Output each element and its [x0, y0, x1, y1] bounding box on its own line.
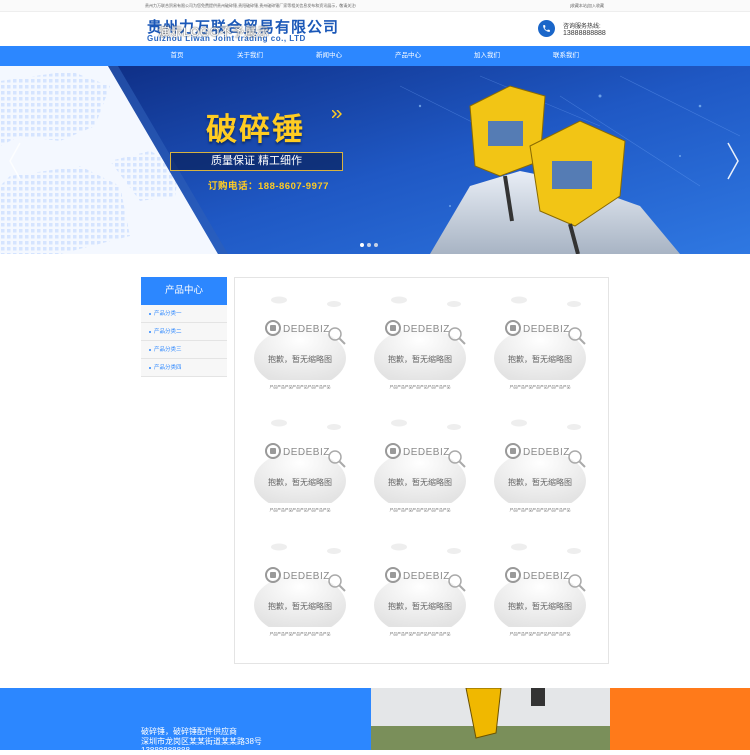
placeholder-text: 抱歉，暂无缩略图 [388, 354, 452, 364]
placeholder-text: 抱歉，暂无缩略图 [508, 354, 572, 364]
top-info-bar: 贵州力万联合贸易有限公司为您免费提供贵州破碎锤,贵阳破碎锤,贵州破碎锤厂家等相关… [0, 0, 750, 12]
product-caption[interactable]: 产品产品产品产品产品产品产品产品 [369, 632, 471, 637]
hotline-label: 咨询服务热线: [563, 24, 601, 30]
product-caption[interactable]: 产品产品产品产品产品产品产品产品 [369, 508, 471, 513]
hotline-number: 13888888888 [563, 30, 606, 37]
sidebar-item-category-4[interactable]: 产品分类四 [141, 359, 227, 377]
nav-products[interactable]: 产品中心 [368, 46, 448, 66]
banner-dot-1[interactable] [360, 243, 364, 247]
banner-pagination [360, 243, 378, 247]
banner-title: 破碎锤 [206, 112, 305, 147]
product-thumbnail[interactable]: DEDEBIZ 抱歉，暂无缩略图 [489, 288, 591, 380]
banner-dot-3[interactable] [374, 243, 378, 247]
placeholder-brand: DEDEBIZ [403, 324, 450, 335]
product-card[interactable]: DEDEBIZ 抱歉，暂无缩略图产品产品产品产品产品产品产品产品 [369, 411, 471, 526]
placeholder-brand: DEDEBIZ [523, 447, 570, 458]
banner-next-arrow-icon[interactable] [726, 141, 740, 181]
product-caption[interactable]: 产品产品产品产品产品产品产品产品 [249, 632, 351, 637]
placeholder-text: 抱歉，暂无缩略图 [388, 601, 452, 611]
site-header: 贵州力万联合贸易有限公司 Guizhou Liwan Joint trading… [0, 12, 750, 46]
product-card[interactable]: DEDEBIZ 抱歉，暂无缩略图产品产品产品产品产品产品产品产品 [489, 411, 591, 526]
product-caption[interactable]: 产品产品产品产品产品产品产品产品 [249, 385, 351, 390]
product-thumbnail[interactable]: DEDEBIZ 抱歉，暂无缩略图 [369, 288, 471, 380]
banner-phone: 订购电话：188-8607-9977 [208, 181, 329, 192]
banner-subtitle: 质量保证 精工细作 [170, 152, 343, 171]
double-arrow-icon [332, 110, 342, 118]
product-caption[interactable]: 产品产品产品产品产品产品产品产品 [369, 385, 471, 390]
logo-demo-watermark: 演示LOGO不予展示 [158, 25, 270, 39]
hero-banner[interactable]: 破碎锤 质量保证 精工细作 订购电话：188-8607-9977 [0, 66, 750, 254]
product-card[interactable]: DEDEBIZ 抱歉，暂无缩略图产品产品产品产品产品产品产品产品 [369, 535, 471, 650]
placeholder-text: 抱歉，暂无缩略图 [388, 477, 452, 487]
nav-home[interactable]: 首页 [137, 46, 217, 66]
product-card[interactable]: DEDEBIZ 抱歉，暂无缩略图产品产品产品产品产品产品产品产品 [369, 288, 471, 403]
footer-photo [371, 688, 610, 750]
banner-prev-arrow-icon[interactable] [8, 141, 22, 181]
placeholder-brand: DEDEBIZ [283, 571, 330, 582]
sidebar-item-category-3[interactable]: 产品分类三 [141, 341, 227, 359]
add-favorite-link[interactable]: [收藏本站]加入收藏 [570, 0, 604, 12]
product-card[interactable]: DEDEBIZ 抱歉，暂无缩略图产品产品产品产品产品产品产品产品 [489, 288, 591, 403]
placeholder-text: 抱歉，暂无缩略图 [268, 354, 332, 364]
nav-about[interactable]: 关于我们 [210, 46, 290, 66]
product-thumbnail[interactable]: DEDEBIZ 抱歉，暂无缩略图 [249, 411, 351, 503]
banner-background [0, 66, 750, 254]
product-caption[interactable]: 产品产品产品产品产品产品产品产品 [489, 632, 591, 637]
placeholder-brand: DEDEBIZ [523, 571, 570, 582]
product-card[interactable]: DEDEBIZ 抱歉，暂无缩略图产品产品产品产品产品产品产品产品 [249, 288, 351, 403]
product-caption[interactable]: 产品产品产品产品产品产品产品产品 [489, 508, 591, 513]
placeholder-brand: DEDEBIZ [403, 571, 450, 582]
product-card[interactable]: DEDEBIZ 抱歉，暂无缩略图产品产品产品产品产品产品产品产品 [249, 535, 351, 650]
product-caption[interactable]: 产品产品产品产品产品产品产品产品 [489, 385, 591, 390]
phone-icon [538, 20, 555, 37]
product-thumbnail[interactable]: DEDEBIZ 抱歉，暂无缩略图 [249, 535, 351, 627]
sidebar-item-category-1[interactable]: 产品分类一 [141, 305, 227, 323]
product-card[interactable]: DEDEBIZ 抱歉，暂无缩略图产品产品产品产品产品产品产品产品 [489, 535, 591, 650]
product-thumbnail[interactable]: DEDEBIZ 抱歉，暂无缩略图 [369, 535, 471, 627]
footer-accent-block [610, 688, 750, 750]
product-thumbnail[interactable]: DEDEBIZ 抱歉，暂无缩略图 [369, 411, 471, 503]
product-thumbnail[interactable]: DEDEBIZ 抱歉，暂无缩略图 [489, 411, 591, 503]
placeholder-text: 抱歉，暂无缩略图 [268, 601, 332, 611]
placeholder-brand: DEDEBIZ [283, 447, 330, 458]
site-intro-text: 贵州力万联合贸易有限公司为您免费提供贵州破碎锤,贵阳破碎锤,贵州破碎锤厂家等相关… [145, 3, 357, 8]
nav-contact[interactable]: 联系我们 [526, 46, 606, 66]
placeholder-brand: DEDEBIZ [283, 324, 330, 335]
sidebar-title: 产品中心 [141, 277, 227, 305]
product-caption[interactable]: 产品产品产品产品产品产品产品产品 [249, 508, 351, 513]
product-thumbnail[interactable]: DEDEBIZ 抱歉，暂无缩略图 [249, 288, 351, 380]
banner-dot-2[interactable] [367, 243, 371, 247]
placeholder-text: 抱歉，暂无缩略图 [268, 477, 332, 487]
product-thumbnail[interactable]: DEDEBIZ 抱歉，暂无缩略图 [489, 535, 591, 627]
sidebar-item-category-2[interactable]: 产品分类二 [141, 323, 227, 341]
main-nav: 首页 关于我们 新闻中心 产品中心 加入我们 联系我们 [0, 46, 750, 66]
placeholder-text: 抱歉，暂无缩略图 [508, 601, 572, 611]
nav-news[interactable]: 新闻中心 [289, 46, 369, 66]
product-card[interactable]: DEDEBIZ 抱歉，暂无缩略图产品产品产品产品产品产品产品产品 [249, 411, 351, 526]
placeholder-brand: DEDEBIZ [523, 324, 570, 335]
nav-join[interactable]: 加入我们 [447, 46, 527, 66]
footer-phone: 13888888888 [141, 746, 190, 755]
placeholder-brand: DEDEBIZ [403, 447, 450, 458]
product-sidebar: 产品中心 产品分类一 产品分类二 产品分类三 产品分类四 [141, 277, 227, 377]
placeholder-text: 抱歉，暂无缩略图 [508, 477, 572, 487]
product-grid: DEDEBIZ 抱歉，暂无缩略图 产品产品产品产品产品产品产品产品 DEDEBIZ 抱歉… [234, 277, 609, 664]
